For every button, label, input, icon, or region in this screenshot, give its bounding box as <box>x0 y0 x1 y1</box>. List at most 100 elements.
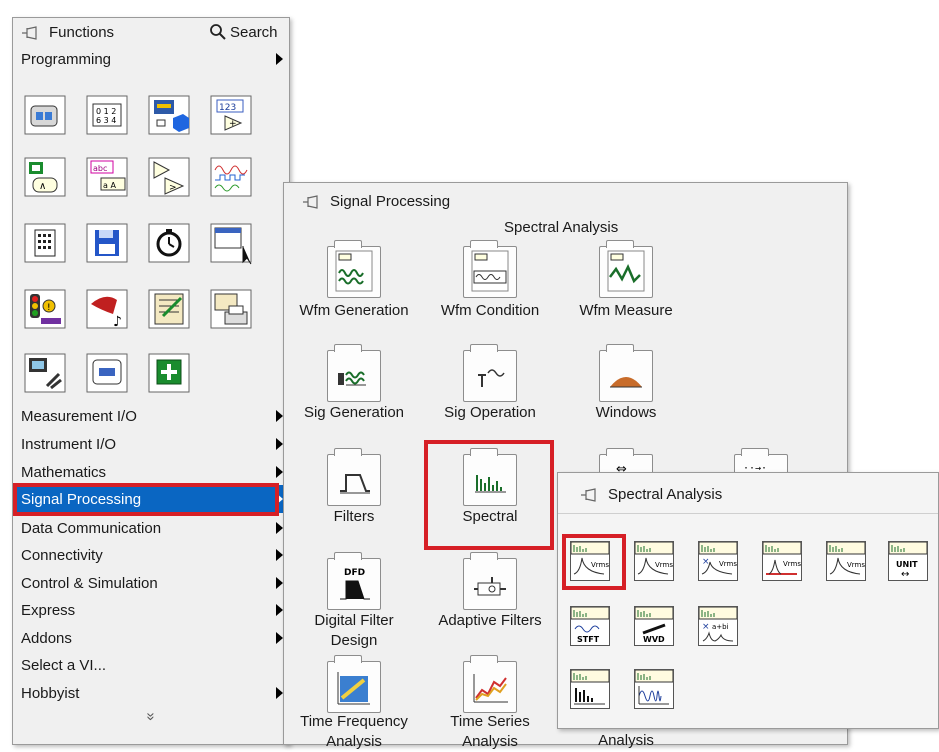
spectral-highlight <box>424 440 554 550</box>
spectrum-vi-5[interactable]: Vrms <box>826 541 866 581</box>
chevron-right-icon <box>276 632 283 644</box>
svg-text:123: 123 <box>219 103 236 113</box>
fpga-module-icon[interactable] <box>83 346 133 396</box>
programming-category[interactable]: Programming <box>13 45 289 73</box>
boolean-icon[interactable]: ∧ <box>21 150 71 200</box>
folder-label: Time Series Analysis <box>450 713 530 750</box>
folder-filters[interactable] <box>327 448 381 506</box>
structures-icon[interactable] <box>21 88 71 138</box>
folder-sig-generation[interactable] <box>327 344 381 402</box>
synchronization-icon[interactable]: ! <box>21 282 71 332</box>
expand-palette-button[interactable]: » <box>143 705 160 729</box>
folder-wfm-generation[interactable] <box>327 240 381 298</box>
signal-processing-highlight <box>13 483 279 516</box>
stft-spectrogram-vi[interactable]: STFT <box>570 606 610 646</box>
search-icon <box>210 24 226 40</box>
hover-tooltip: Spectral Analysis <box>504 219 619 236</box>
graphics-sound-icon[interactable]: ♪ <box>83 282 133 332</box>
spectrum-vi-4[interactable]: Vrms <box>762 541 802 581</box>
buffered-spectrum-vi[interactable] <box>570 669 610 709</box>
folder-time-frequency-analysis[interactable] <box>327 655 381 713</box>
spectrum-vi-icon: × Vrms <box>698 541 738 575</box>
wfm-generation-icon <box>335 250 373 292</box>
vision-icon[interactable] <box>21 346 71 396</box>
svg-text:6 3 4: 6 3 4 <box>96 116 116 125</box>
spectrum-unit-conversion-vi[interactable]: UNIT ↔ <box>888 541 928 581</box>
dialog-ui-icon[interactable] <box>21 216 71 266</box>
search-label: Search <box>230 23 278 41</box>
cross-spectrum-vi[interactable]: × a+bi <box>698 606 738 646</box>
chevron-right-icon <box>276 549 283 561</box>
stft-icon: STFT <box>570 606 610 644</box>
digital-filter-design-icon: DFD <box>340 568 370 600</box>
spectrum-vi-3[interactable]: × Vrms <box>698 541 738 581</box>
svg-text:0 1 2: 0 1 2 <box>96 107 116 116</box>
category-connectivity[interactable]: Connectivity <box>13 541 289 569</box>
functions-title: Functions <box>49 24 115 41</box>
pin-icon[interactable] <box>21 25 39 40</box>
pin-icon[interactable] <box>580 487 598 502</box>
category-label: Measurement I/O <box>21 407 137 425</box>
svg-text:∧: ∧ <box>39 181 46 192</box>
category-label: Instrument I/O <box>21 435 117 453</box>
category-control-simulation[interactable]: Control & Simulation <box>13 569 289 597</box>
string-icon[interactable]: abc a A <box>83 150 133 200</box>
category-express[interactable]: Express <box>13 596 289 624</box>
cross-spectrum-icon: × a+bi <box>698 606 738 642</box>
folder-wfm-measure[interactable] <box>599 240 653 298</box>
adaptive-filters-icon <box>474 577 506 596</box>
application-control-icon[interactable] <box>207 216 257 266</box>
category-hobbyist[interactable]: Hobbyist <box>13 679 289 707</box>
svg-text:STFT: STFT <box>577 635 600 644</box>
folder-label: Time Frequency Analysis <box>300 713 408 750</box>
folder-label: Wfm Condition <box>440 302 540 319</box>
category-instrument-io[interactable]: Instrument I/O <box>13 430 289 458</box>
category-mathematics[interactable]: Mathematics <box>13 458 289 486</box>
folder-wfm-condition[interactable] <box>463 240 517 298</box>
chevron-right-icon <box>276 577 283 589</box>
report-generation-icon[interactable] <box>145 282 195 332</box>
numeric-icon[interactable]: 123 + <box>207 88 257 138</box>
expand-chevron-icon: » <box>142 712 160 721</box>
printer-report-icon[interactable] <box>207 282 257 332</box>
wvd-spectrogram-vi[interactable]: WVD <box>634 606 674 646</box>
folder-sig-operation[interactable] <box>463 344 517 402</box>
sig-operation-icon <box>478 369 505 387</box>
spectral-analysis-title: Spectral Analysis <box>608 486 723 503</box>
svg-text:↔: ↔ <box>901 569 909 580</box>
category-measurement-io[interactable]: Measurement I/O <box>13 402 289 430</box>
programming-icon-grid: 0 1 26 3 4 123 + ∧ abc a A > ! ♪ <box>21 88 271 393</box>
chevron-right-icon <box>276 438 283 450</box>
wfm-condition-icon <box>471 250 509 292</box>
folder-windows[interactable] <box>599 344 653 402</box>
spectrum-vi-2[interactable]: Vrms <box>634 541 674 581</box>
folder-time-series-analysis[interactable] <box>463 655 517 713</box>
folder-digital-filter-design[interactable]: DFD <box>327 552 381 610</box>
add-vi-icon[interactable] <box>145 346 195 396</box>
category-label: Mathematics <box>21 463 107 481</box>
functions-title-bar: Functions <box>21 24 114 41</box>
timing-waveform-icon[interactable] <box>207 150 257 200</box>
cluster-icon[interactable] <box>145 88 195 138</box>
windows-icon <box>610 377 642 388</box>
category-data-communication[interactable]: Data Communication <box>13 514 289 542</box>
category-select-a-vi[interactable]: Select a VI... <box>13 651 289 679</box>
svg-text:♪: ♪ <box>113 314 122 330</box>
folder-adaptive-filters[interactable] <box>463 552 517 610</box>
wfm-measure-icon <box>607 250 645 292</box>
search-button[interactable]: Search <box>209 23 278 41</box>
array-icon[interactable]: 0 1 26 3 4 <box>83 88 133 138</box>
chevron-right-icon <box>276 687 283 699</box>
file-io-icon[interactable] <box>83 216 133 266</box>
filters-icon <box>340 474 370 494</box>
clock-icon[interactable] <box>145 216 195 266</box>
comparison-icon[interactable]: > <box>145 150 195 200</box>
category-addons[interactable]: Addons <box>13 624 289 652</box>
chirp-spectrum-vi[interactable] <box>634 669 674 709</box>
svg-text:>: > <box>169 183 177 193</box>
pin-icon[interactable] <box>302 194 320 209</box>
sig-generation-icon <box>338 371 366 386</box>
svg-text:a A: a A <box>103 181 116 190</box>
svg-text:Vrms: Vrms <box>847 561 865 569</box>
programming-label: Programming <box>21 50 112 68</box>
